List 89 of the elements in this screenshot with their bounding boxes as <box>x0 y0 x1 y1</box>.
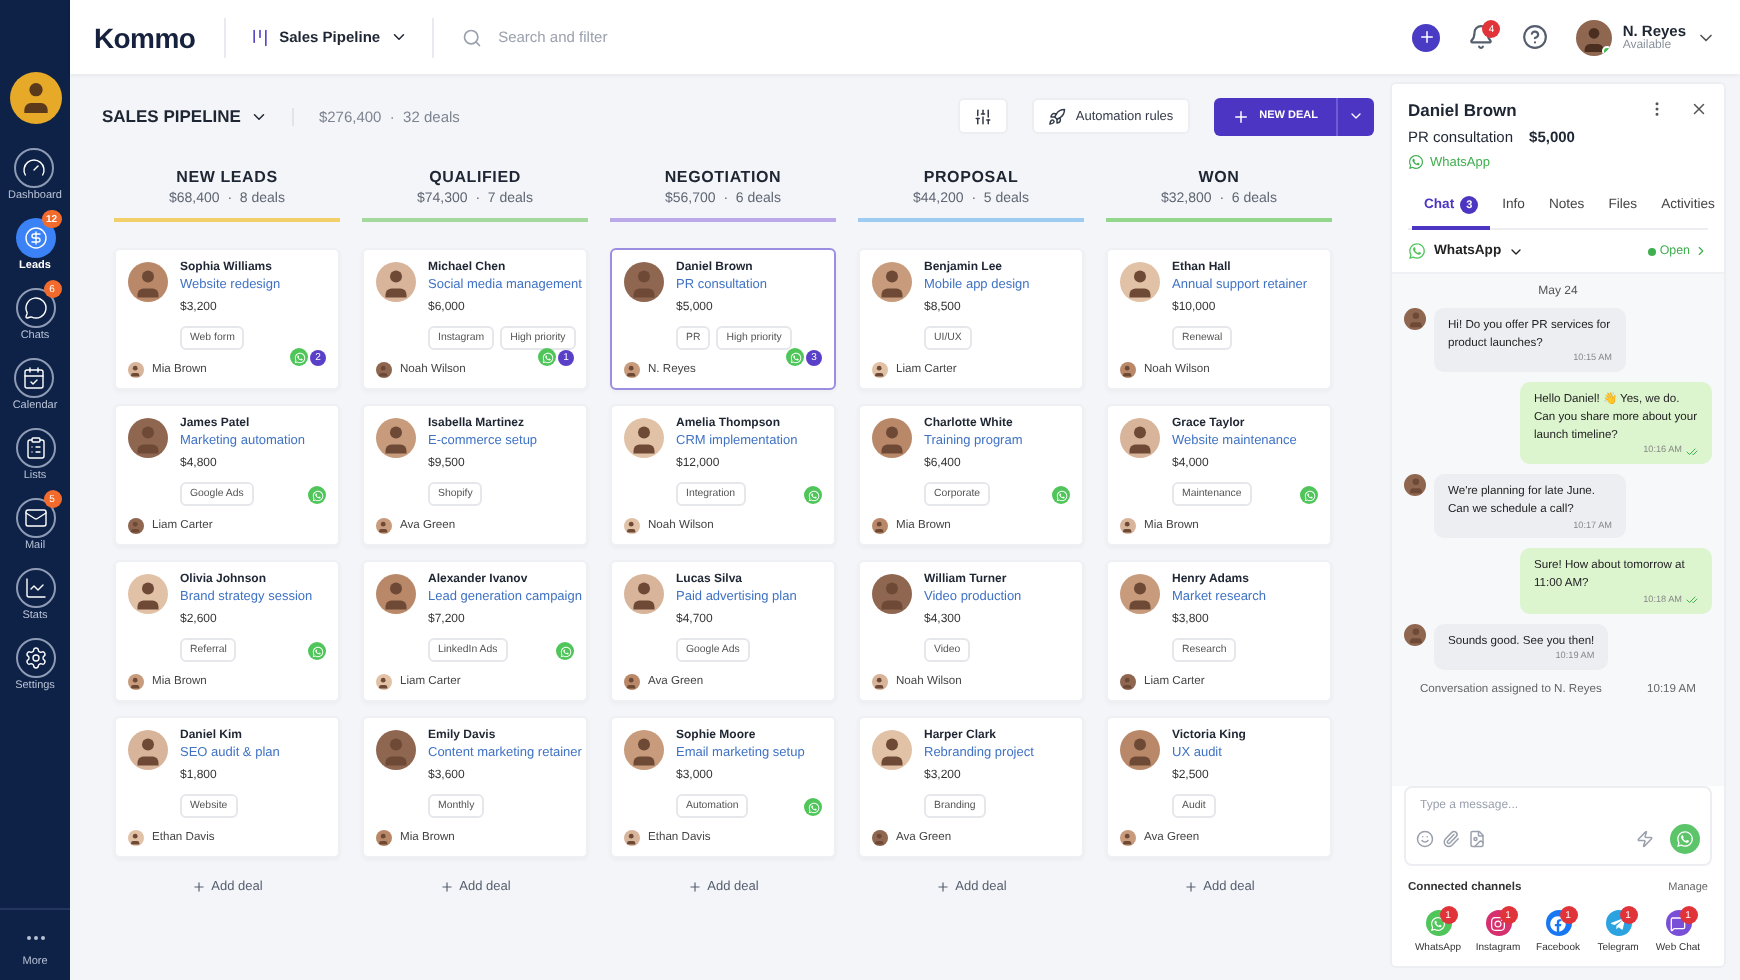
chart-icon <box>15 568 55 608</box>
board-icon <box>249 27 270 47</box>
contact-avatar <box>1404 623 1426 646</box>
filter-button[interactable] <box>957 98 1008 134</box>
column-title: WON <box>1196 168 1242 186</box>
pipeline-title[interactable]: SALES PIPELINE <box>102 106 269 126</box>
close-icon[interactable] <box>1690 100 1708 118</box>
help-icon <box>1522 24 1549 50</box>
contact-avatar <box>376 262 416 302</box>
contact-avatar <box>1404 308 1426 330</box>
plus-icon <box>439 880 454 894</box>
owner-avatar <box>872 362 888 378</box>
plus-icon <box>1183 880 1198 894</box>
column-title: QUALIFIED <box>427 168 523 186</box>
owner-avatar <box>624 362 640 378</box>
contact-avatar <box>872 730 912 770</box>
user-avatar[interactable] <box>1576 19 1613 55</box>
contact-avatar <box>872 418 912 458</box>
settings-icon <box>15 638 55 678</box>
contact-avatar <box>624 730 664 770</box>
contact-avatar <box>1120 418 1160 458</box>
contact-avatar <box>1120 730 1160 770</box>
contact-avatar <box>376 730 416 770</box>
whatsapp-icon <box>1408 154 1424 170</box>
plus-icon <box>1417 28 1436 46</box>
owner-avatar <box>624 830 640 846</box>
double-check-icon <box>1686 445 1698 458</box>
contact-avatar <box>128 730 168 770</box>
attach-icon[interactable] <box>1442 830 1460 848</box>
help-button[interactable] <box>1522 24 1549 50</box>
contact-avatar <box>872 262 912 302</box>
owner-avatar <box>872 674 888 690</box>
whatsapp-icon <box>1408 242 1426 260</box>
search-icon <box>462 27 483 47</box>
owner-avatar <box>376 518 392 534</box>
plus-icon <box>687 880 702 894</box>
column-title: NEGOTIATION <box>662 168 784 186</box>
contact-avatar <box>128 418 168 458</box>
column-title: NEW LEADS <box>174 168 280 186</box>
add-button[interactable] <box>1412 23 1441 51</box>
owner-avatar <box>1120 674 1136 690</box>
owner-avatar <box>1120 830 1136 846</box>
contact-avatar <box>376 418 416 458</box>
dollar-icon <box>15 218 55 258</box>
plus-icon <box>935 880 950 894</box>
owner-avatar <box>872 518 888 534</box>
contact-avatar <box>624 418 664 458</box>
contact-avatar <box>872 574 912 614</box>
whatsapp-icon <box>1676 830 1694 848</box>
owner-avatar <box>128 674 144 690</box>
rocket-icon <box>1047 107 1066 125</box>
contact-avatar <box>1120 574 1160 614</box>
owner-avatar <box>376 674 392 690</box>
double-check-icon <box>1686 594 1698 607</box>
calendar-icon <box>14 358 55 398</box>
contact-avatar <box>376 574 416 614</box>
column-title: PROPOSAL <box>921 168 1021 186</box>
template-icon[interactable] <box>1468 830 1486 848</box>
owner-avatar <box>128 518 144 534</box>
contact-avatar <box>624 262 664 302</box>
owner-avatar <box>376 830 392 846</box>
contact-avatar <box>1120 262 1160 302</box>
contact-name: Daniel Brown <box>1408 100 1517 120</box>
plus-icon <box>1231 107 1250 125</box>
owner-avatar <box>376 362 392 378</box>
owner-avatar <box>128 362 144 378</box>
contact-avatar <box>624 574 664 614</box>
chevron-icon <box>1348 108 1364 124</box>
plus-icon <box>191 880 206 894</box>
owner-avatar <box>624 518 640 534</box>
owner-avatar <box>1120 362 1136 378</box>
contact-avatar <box>1404 474 1426 497</box>
bell-icon <box>1468 24 1495 50</box>
chevron-icon <box>1694 244 1708 258</box>
owner-avatar <box>1120 518 1136 534</box>
list-icon <box>15 428 55 468</box>
owner-avatar <box>624 674 640 690</box>
chevron-icon <box>390 28 409 46</box>
contact-avatar <box>128 574 168 614</box>
logo: Kommo <box>94 21 196 53</box>
owner-avatar <box>872 830 888 846</box>
owner-avatar <box>128 830 144 846</box>
sliders-icon <box>973 107 992 125</box>
chat-bubble-icon <box>1670 915 1686 931</box>
contact-avatar <box>128 262 168 302</box>
user-avatar[interactable] <box>9 72 61 124</box>
emoji-icon[interactable] <box>1416 830 1434 848</box>
dashboard-icon <box>14 148 55 188</box>
lightning-icon[interactable] <box>1636 830 1654 848</box>
